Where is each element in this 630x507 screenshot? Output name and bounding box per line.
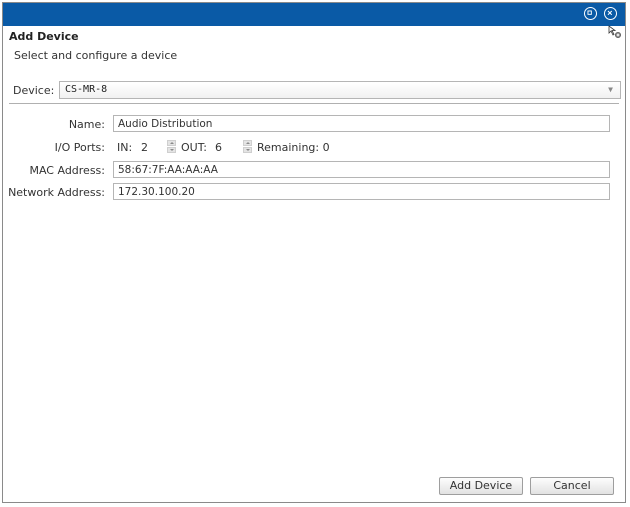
dialog-title: Add Device xyxy=(9,30,79,43)
add-device-button[interactable]: Add Device xyxy=(439,477,523,495)
out-value[interactable]: 6 xyxy=(215,141,222,154)
mac-address-label: MAC Address: xyxy=(29,164,105,177)
in-value[interactable]: 2 xyxy=(141,141,148,154)
mac-address-field[interactable] xyxy=(113,161,610,178)
spinner-down-icon[interactable] xyxy=(243,147,252,153)
spinner-up-icon[interactable] xyxy=(167,140,176,146)
divider xyxy=(9,103,619,104)
close-icon[interactable] xyxy=(604,7,617,20)
name-field[interactable] xyxy=(113,115,610,132)
dialog-subtitle: Select and configure a device xyxy=(14,49,178,62)
spinner-up-icon[interactable] xyxy=(243,140,252,146)
dropdown-arrow-icon[interactable]: ▼ xyxy=(604,83,617,97)
device-select[interactable]: CS-MR-8 ▼ xyxy=(59,81,621,99)
restore-icon[interactable] xyxy=(584,7,597,20)
out-label: OUT: xyxy=(181,141,207,154)
in-label: IN: xyxy=(117,141,133,154)
device-label: Device: xyxy=(13,84,55,97)
cancel-button[interactable]: Cancel xyxy=(530,477,614,495)
add-device-dialog: Add Device Select and configure a device… xyxy=(2,2,626,503)
io-ports-label: I/O Ports: xyxy=(54,141,105,154)
network-address-field[interactable] xyxy=(113,183,610,200)
out-spinner[interactable] xyxy=(243,140,252,153)
spinner-down-icon[interactable] xyxy=(167,147,176,153)
gear-cursor-icon xyxy=(608,25,621,38)
name-label: Name: xyxy=(68,118,105,131)
title-bar xyxy=(3,3,625,26)
remaining-count: Remaining: 0 xyxy=(257,141,330,154)
in-spinner[interactable] xyxy=(167,140,176,153)
network-address-label: Network Address: xyxy=(8,186,105,199)
device-selected-value: CS-MR-8 xyxy=(65,84,108,95)
